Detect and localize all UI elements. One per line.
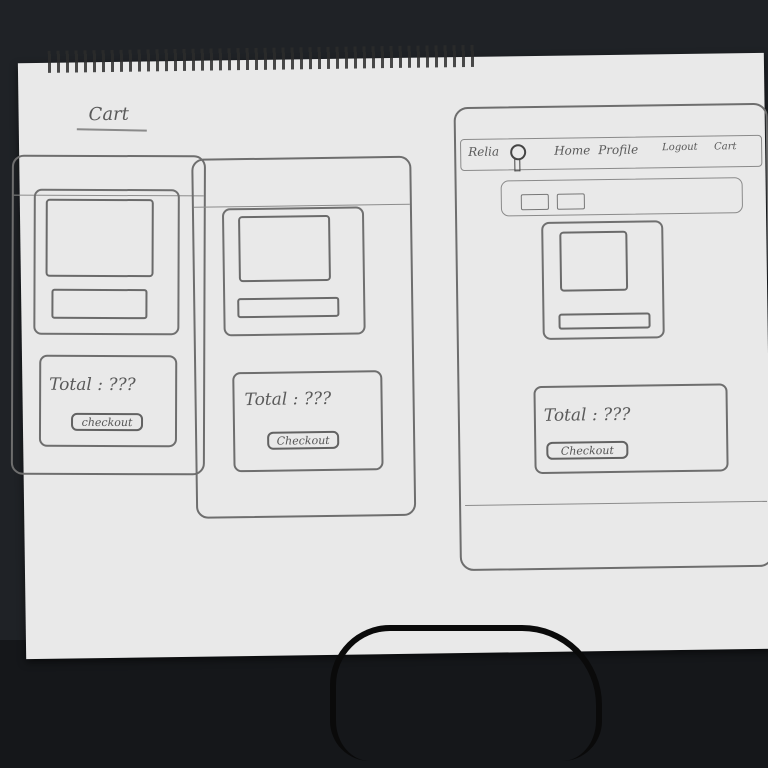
notebook-spiral	[47, 44, 478, 73]
checkout-button[interactable]: Checkout	[267, 430, 340, 450]
checkout-button[interactable]: Checkout	[546, 440, 629, 460]
sub-header-button[interactable]	[520, 193, 549, 211]
nav-logout-link[interactable]: Logout	[662, 142, 698, 153]
sketch-paper: Cart Total : ??? checkout Total : ??? Ch…	[10, 44, 768, 660]
checkout-button[interactable]: checkout	[70, 412, 144, 432]
nav-profile-link[interactable]: Profile	[598, 143, 638, 158]
cart-total-box: Total : ??? Checkout	[533, 383, 729, 475]
cart-product-card	[33, 188, 180, 336]
nav-cart-link[interactable]: Cart	[714, 141, 737, 152]
cart-product-card	[221, 206, 366, 337]
product-name-placeholder	[51, 288, 148, 320]
sub-header-button[interactable]	[556, 193, 585, 210]
sketch-heading: Cart	[88, 103, 130, 126]
product-name-placeholder	[237, 296, 340, 319]
logo-stem	[514, 158, 521, 172]
footer-divider	[465, 500, 768, 507]
product-image-placeholder	[559, 230, 629, 292]
cart-total-label: Total : ???	[543, 404, 631, 426]
cart-total-box: Total : ??? checkout	[38, 354, 178, 448]
heading-underline	[76, 128, 147, 132]
mobile-wireframe-2: Total : ??? Checkout	[191, 155, 417, 519]
product-name-placeholder	[558, 312, 651, 330]
cart-product-card	[541, 220, 665, 340]
nav-home-link[interactable]: Home	[554, 143, 590, 158]
product-image-placeholder	[45, 198, 154, 278]
cart-total-box: Total : ??? Checkout	[232, 370, 384, 473]
nav-logo[interactable]: Relia	[468, 145, 499, 159]
desktop-wireframe: Relia Home Profile Logout Cart Total : ?…	[453, 102, 768, 572]
product-image-placeholder	[238, 214, 331, 283]
cart-total-label: Total : ???	[49, 374, 136, 396]
camera-strap	[330, 625, 602, 761]
cart-total-label: Total : ???	[244, 388, 332, 411]
mobile-wireframe-1: Total : ??? checkout	[10, 154, 206, 476]
